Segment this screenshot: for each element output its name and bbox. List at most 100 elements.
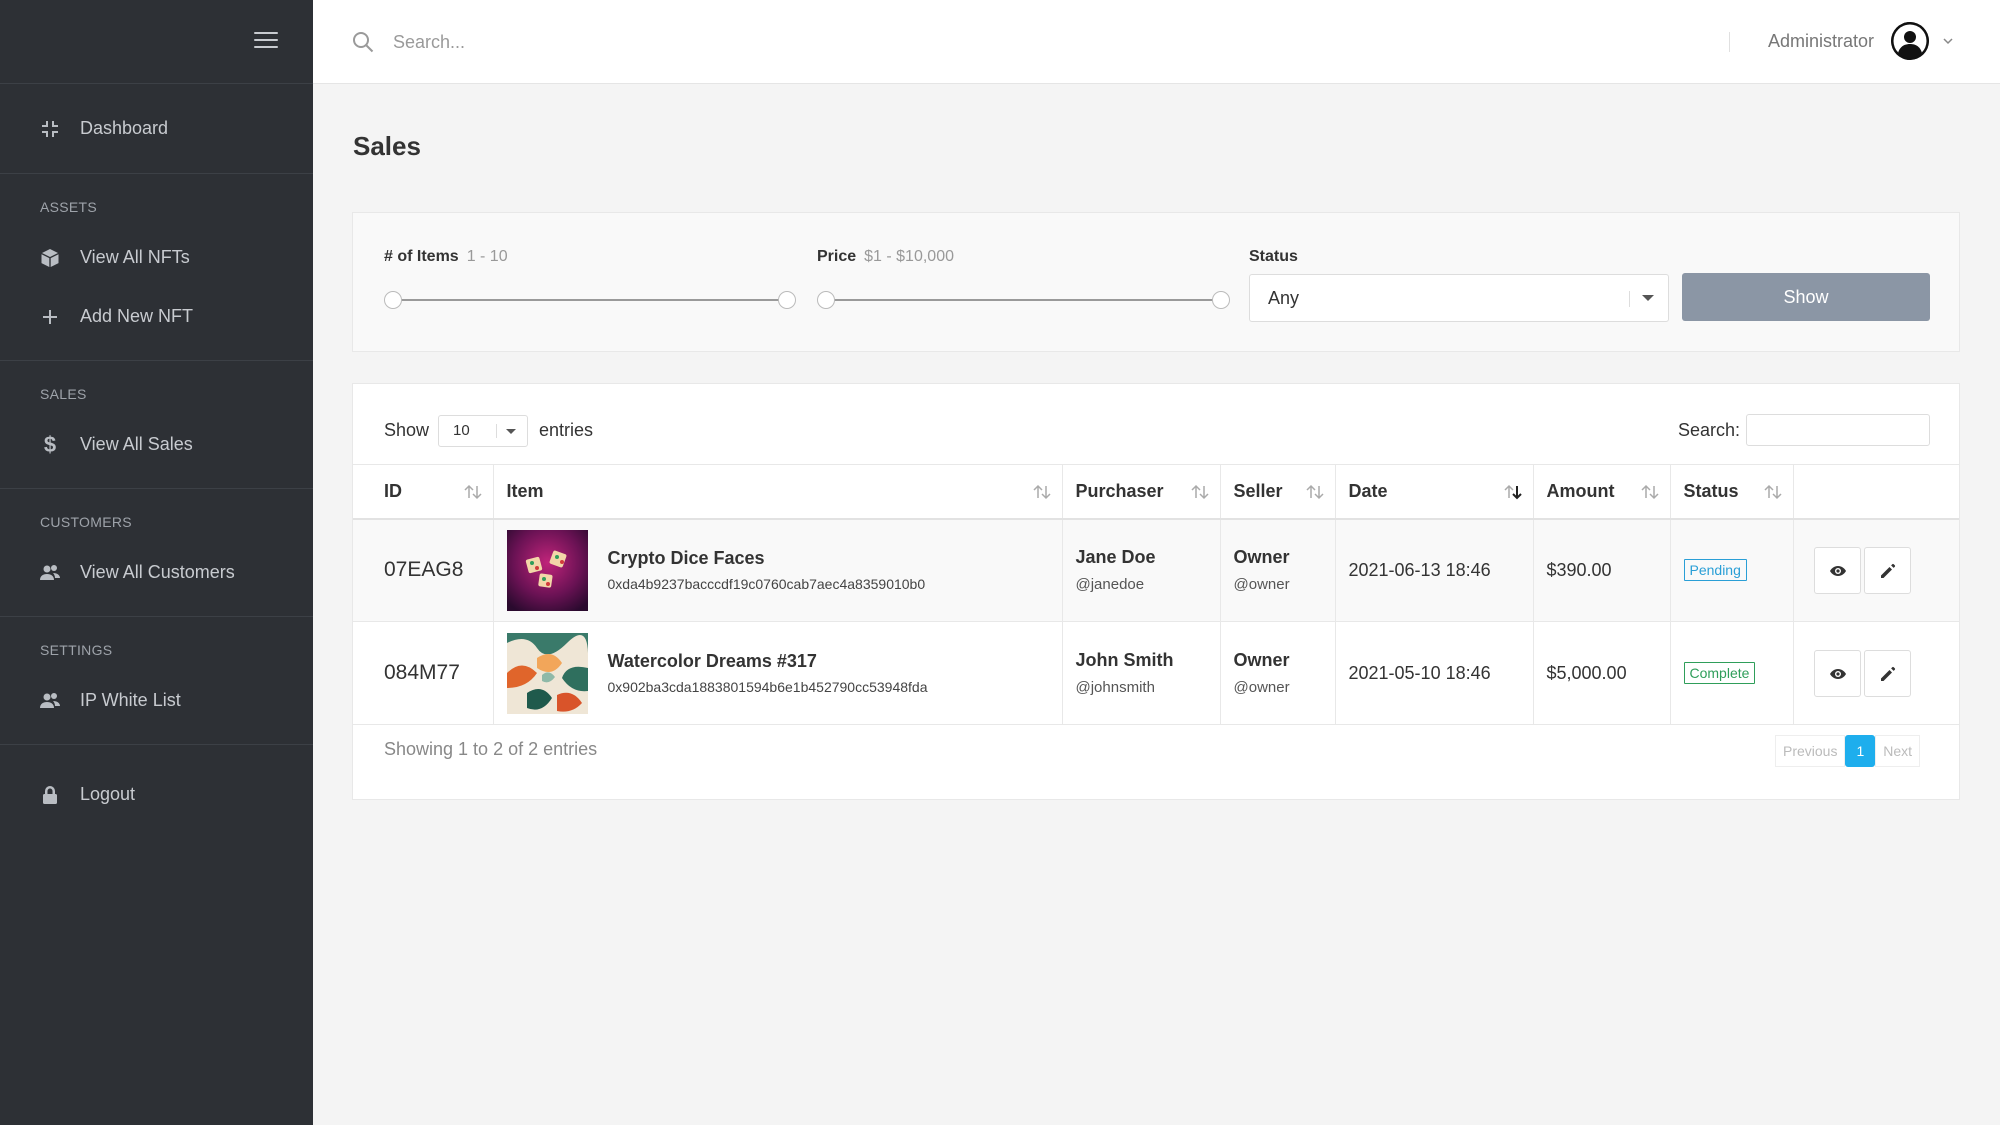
sidebar-heading-customers: CUSTOMERS [40,514,132,530]
caret-down-icon [1642,295,1654,301]
select-divider [496,424,497,438]
sidebar-item-ip-white-list[interactable]: IP White List [0,671,313,730]
table-header-row: ID Item Purchaser Seller Date Amount Sta… [353,464,1959,520]
caret-down-icon [506,429,516,434]
purchaser-handle: @johnsmith [1075,679,1155,696]
nft-thumbnail[interactable] [506,529,588,611]
pagination-page-1[interactable]: 1 [1845,735,1876,767]
item-title[interactable]: Crypto Dice Faces [608,548,926,569]
sidebar-item-view-all-customers[interactable]: View All Customers [0,543,313,602]
purchaser-cell: Jane Doe @janedoe [1062,518,1221,622]
sort-icon [1032,484,1052,500]
top-bar: Administrator [313,0,2000,84]
items-filter-range: 1 - 10 [466,248,508,265]
slider-max-handle[interactable] [778,291,796,309]
sidebar-section-customers: CUSTOMERS View All Customers [0,489,313,617]
seller-handle: @owner [1233,576,1290,594]
sale-date: 2021-06-13 18:46 [1335,518,1534,622]
column-header-status[interactable]: Status [1670,464,1794,520]
slider-min-handle[interactable] [384,291,402,309]
search-icon [351,30,375,54]
column-header-date[interactable]: Date [1335,464,1534,520]
sidebar-item-label: View All Customers [80,562,235,582]
view-button[interactable] [1813,546,1861,594]
users-icon [40,563,60,583]
sidebar-item-view-all-nfts[interactable]: View All NFTs [0,228,313,287]
chevron-down-icon[interactable] [1941,34,1955,48]
status-filter-label: Status [1249,248,1298,265]
status-select[interactable]: Any [1249,274,1669,322]
table-search-label: Search: [1678,420,1741,440]
sidebar-section-main: Dashboard [0,84,313,174]
item-title[interactable]: Watercolor Dreams #317 [608,651,928,672]
items-filter-label: # of Items 1 - 10 [384,248,508,266]
column-label: Purchaser [1075,480,1164,501]
show-button[interactable]: Show [1682,273,1930,321]
sidebar: Dashboard ASSETS View All NFTs Add New N… [0,0,313,1125]
select-divider [1629,291,1630,307]
page-length-value: 10 [453,422,470,439]
actions-cell [1793,621,1959,725]
slider-min-handle[interactable] [817,291,835,309]
global-search-input[interactable] [393,28,993,56]
price-range-slider[interactable] [817,290,1230,310]
edit-button[interactable] [1863,546,1911,594]
nft-thumbnail[interactable] [506,632,588,714]
sidebar-heading-assets: ASSETS [40,199,98,215]
plus-icon [40,307,60,327]
menu-toggle-icon[interactable] [254,32,278,50]
slider-max-handle[interactable] [1212,291,1230,309]
pagination-previous[interactable]: Previous [1775,735,1846,767]
sale-id: 07EAG8 [353,518,494,622]
user-avatar-icon[interactable] [1891,22,1929,60]
eye-icon [1829,668,1846,679]
sidebar-item-add-new-nft[interactable]: Add New NFT [0,287,313,346]
sidebar-item-dashboard[interactable]: Dashboard [0,99,313,158]
item-hash: 0xda4b9237bacccdf19c0760cab7aec4a8359010… [607,576,926,593]
price-filter-range: $1 - $10,000 [864,248,954,265]
items-range-slider[interactable] [384,290,796,310]
sort-icon [1305,484,1325,500]
column-header-seller[interactable]: Seller [1220,464,1336,520]
length-show-label: Show [384,420,430,440]
column-header-item[interactable]: Item [493,464,1063,520]
column-label: Amount [1546,480,1615,501]
sidebar-section-sales: SALES $ View All Sales [0,361,313,489]
sales-table: ID Item Purchaser Seller Date Amount Sta… [353,464,1959,725]
sale-amount: $5,000.00 [1533,621,1671,725]
column-header-amount[interactable]: Amount [1533,464,1671,520]
sale-amount: $390.00 [1533,518,1671,622]
pagination-next[interactable]: Next [1875,735,1921,767]
item-cell: Watercolor Dreams #317 0x902ba3cda188380… [493,621,1063,725]
table-search-input[interactable] [1746,414,1930,446]
table-info: Showing 1 to 2 of 2 entries [384,739,598,759]
sort-icon [1640,484,1660,500]
pagination: Previous 1 Next [1775,735,1921,767]
sort-icon [463,484,483,500]
edit-button[interactable] [1863,649,1911,697]
status-select-value: Any [1268,288,1300,308]
item-cell: Crypto Dice Faces 0xda4b9237bacccdf19c07… [493,518,1063,622]
purchaser-cell: John Smith @johnsmith [1062,621,1221,725]
sidebar-section-settings: SETTINGS IP White List [0,617,313,745]
table-row: 07EAG8 Crypto Dice Faces 0xda4b9237baccc… [353,518,1959,622]
eye-icon [1829,565,1846,576]
dashboard-icon [40,119,60,139]
view-button[interactable] [1813,649,1861,697]
sidebar-heading-settings: SETTINGS [40,642,113,658]
column-header-purchaser[interactable]: Purchaser [1062,464,1221,520]
sidebar-header [0,0,313,84]
user-name[interactable]: Administrator [1768,31,1874,52]
sidebar-item-view-all-sales[interactable]: $ View All Sales [0,415,313,474]
top-bar-divider [1729,32,1730,52]
sidebar-section-logout: Logout [0,745,313,824]
sidebar-item-label: View All NFTs [80,247,190,267]
page-length-select[interactable]: 10 [438,415,528,447]
sidebar-item-label: Add New NFT [80,306,194,326]
users-icon [40,691,60,711]
sidebar-item-label: IP White List [80,690,181,710]
status-cell: Complete [1670,621,1794,725]
sidebar-item-logout[interactable]: Logout [0,765,313,824]
column-header-id[interactable]: ID [353,464,494,520]
sidebar-section-assets: ASSETS View All NFTs Add New NFT [0,174,313,361]
